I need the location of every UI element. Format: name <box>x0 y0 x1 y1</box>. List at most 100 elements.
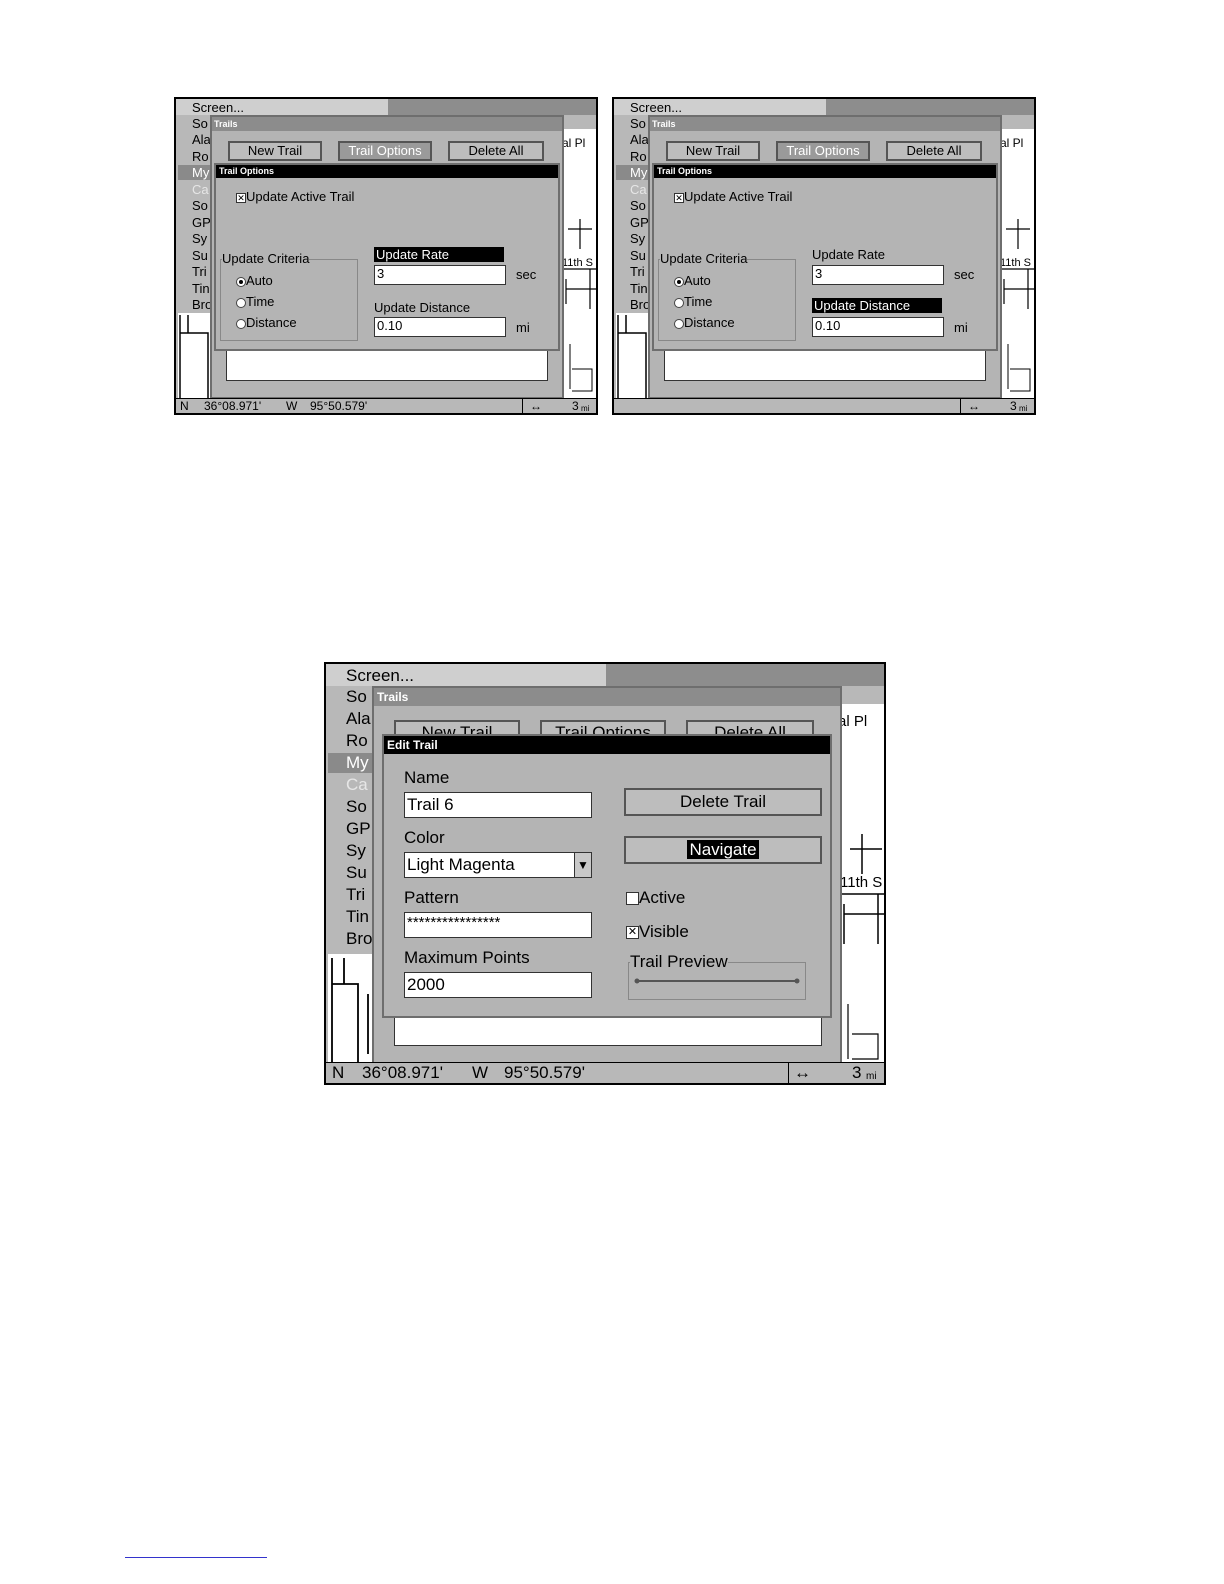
top-right-bar <box>388 99 596 115</box>
max-points-input[interactable]: 2000 <box>404 972 592 998</box>
menu-item-dim[interactable]: Ca <box>346 775 368 795</box>
update-distance-input[interactable]: 0.10 <box>374 317 506 337</box>
edit-trail-dialog: Edit Trail Name Trail 6 Color Light Mage… <box>382 734 832 1018</box>
radio-distance[interactable]: Distance <box>236 315 297 330</box>
trail-preview-label: Trail Preview <box>630 952 728 972</box>
lon-value: 95°50.579' <box>310 399 368 413</box>
radio-icon[interactable] <box>674 276 684 287</box>
trails-title: Trails <box>650 117 1000 131</box>
zoom-value: 3 <box>852 1063 862 1082</box>
update-criteria-label: Update Criteria <box>222 251 310 266</box>
trail-options-button[interactable]: Trail Options <box>776 141 870 161</box>
menu-item[interactable]: Tri <box>346 885 365 905</box>
trail-list[interactable] <box>226 349 548 381</box>
update-rate-label: Update Rate <box>374 247 504 262</box>
menu-item[interactable]: Su <box>346 863 367 883</box>
visible-checkbox[interactable]: ✕ Visible <box>626 922 689 942</box>
menu-item[interactable]: So <box>630 116 646 131</box>
menu-item[interactable]: Ro <box>192 149 209 164</box>
color-select[interactable]: Light Magenta ▼ <box>404 852 592 878</box>
menu-item[interactable]: Ala <box>630 132 649 147</box>
menu-item[interactable]: Sy <box>192 231 207 246</box>
map-label-11th: 11th S <box>562 257 593 269</box>
update-distance-input[interactable]: 0.10 <box>812 317 944 337</box>
checkbox-icon[interactable]: ✕ <box>236 192 246 203</box>
delete-all-button[interactable]: Delete All <box>448 141 544 161</box>
navigate-button[interactable]: Navigate <box>624 836 822 864</box>
radio-auto[interactable]: Auto <box>674 273 711 288</box>
new-trail-button[interactable]: New Trail <box>228 141 322 161</box>
map-label-street: al Pl <box>562 136 586 150</box>
menu-item[interactable]: So <box>346 687 367 707</box>
radio-icon[interactable] <box>674 318 684 329</box>
menu-item[interactable]: Bro <box>346 929 372 949</box>
screenshot-trail-options-rate: al Pl 11th S Screen... So Ala Ro My Ca S… <box>174 97 598 415</box>
menu-item[interactable]: Tin <box>346 907 369 927</box>
trail-options-button[interactable]: Trail Options <box>338 141 432 161</box>
update-rate-input[interactable]: 3 <box>374 265 506 285</box>
menu-item[interactable]: Su <box>630 248 646 263</box>
pattern-input[interactable]: **************** <box>404 912 592 938</box>
menu-item[interactable]: GP <box>192 215 211 230</box>
menu-item-dim[interactable]: Ca <box>630 182 647 197</box>
menu-item[interactable]: So <box>630 198 646 213</box>
menu-item[interactable]: Tri <box>192 264 207 279</box>
menu-item[interactable]: GP <box>346 819 371 839</box>
trail-list[interactable] <box>394 1016 822 1046</box>
screenshot-trail-options-distance: al Pl 11th S Screen... So Ala Ro My Ca S… <box>612 97 1036 415</box>
menu-item[interactable]: Ro <box>346 731 368 751</box>
menu-item[interactable]: Tin <box>630 281 648 296</box>
update-rate-label: Update Rate <box>812 247 885 262</box>
menu-item[interactable]: So <box>346 797 367 817</box>
radio-icon[interactable] <box>236 276 246 287</box>
menu-item[interactable]: Sy <box>630 231 645 246</box>
menu-title[interactable]: Screen... <box>346 666 414 686</box>
radio-icon[interactable] <box>674 297 684 308</box>
menu-item[interactable]: So <box>192 198 208 213</box>
menu-item[interactable]: Ro <box>630 149 647 164</box>
menu-title[interactable]: Screen... <box>192 100 244 115</box>
update-active-trail[interactable]: ✕Update Active Trail <box>674 189 792 204</box>
menu-title[interactable]: Screen... <box>630 100 682 115</box>
update-distance-label: Update Distance <box>374 300 471 315</box>
radio-distance[interactable]: Distance <box>674 315 735 330</box>
delete-all-button[interactable]: Delete All <box>886 141 982 161</box>
update-rate-input[interactable]: 3 <box>812 265 944 285</box>
menu-item[interactable]: Su <box>192 248 208 263</box>
navigate-button-label: Navigate <box>687 840 759 859</box>
trail-list[interactable] <box>664 349 986 381</box>
menu-item[interactable]: Sy <box>346 841 366 861</box>
menu-item[interactable]: Tri <box>630 264 645 279</box>
radio-time[interactable]: Time <box>674 294 712 309</box>
menu-item-dim[interactable]: Ca <box>192 182 209 197</box>
checkbox-icon[interactable] <box>626 892 639 906</box>
update-distance-label: Update Distance <box>812 298 942 313</box>
menu-item[interactable]: GP <box>630 215 649 230</box>
radio-icon[interactable] <box>236 318 246 329</box>
lat-value: 36°08.971' <box>362 1063 443 1082</box>
menu-item[interactable]: So <box>192 116 208 131</box>
dropdown-arrow-icon[interactable]: ▼ <box>574 853 591 877</box>
update-distance-unit: mi <box>516 320 530 335</box>
radio-auto[interactable]: Auto <box>236 273 273 288</box>
trail-options-title: Trail Options <box>654 165 996 178</box>
menu-item[interactable]: Ala <box>346 709 371 729</box>
edit-trail-title: Edit Trail <box>384 736 830 754</box>
zoom-arrow-icon: ↔ <box>968 399 980 413</box>
menu-item[interactable]: Ala <box>192 132 211 147</box>
checkbox-icon[interactable]: ✕ <box>626 926 639 940</box>
update-rate-unit: sec <box>954 267 975 282</box>
update-criteria-label: Update Criteria <box>660 251 748 266</box>
lat-dir: N <box>180 399 189 413</box>
status-bar: ↔ 3 mi <box>614 398 1034 413</box>
radio-icon[interactable] <box>236 297 246 308</box>
delete-trail-button[interactable]: Delete Trail <box>624 788 822 816</box>
radio-time[interactable]: Time <box>236 294 274 309</box>
zoom-value: 3 <box>1010 399 1017 413</box>
checkbox-icon[interactable]: ✕ <box>674 192 684 203</box>
menu-item[interactable]: Tin <box>192 281 210 296</box>
active-checkbox[interactable]: Active <box>626 888 685 908</box>
update-active-trail[interactable]: ✕Update Active Trail <box>236 189 354 204</box>
new-trail-button[interactable]: New Trail <box>666 141 760 161</box>
name-input[interactable]: Trail 6 <box>404 792 592 818</box>
